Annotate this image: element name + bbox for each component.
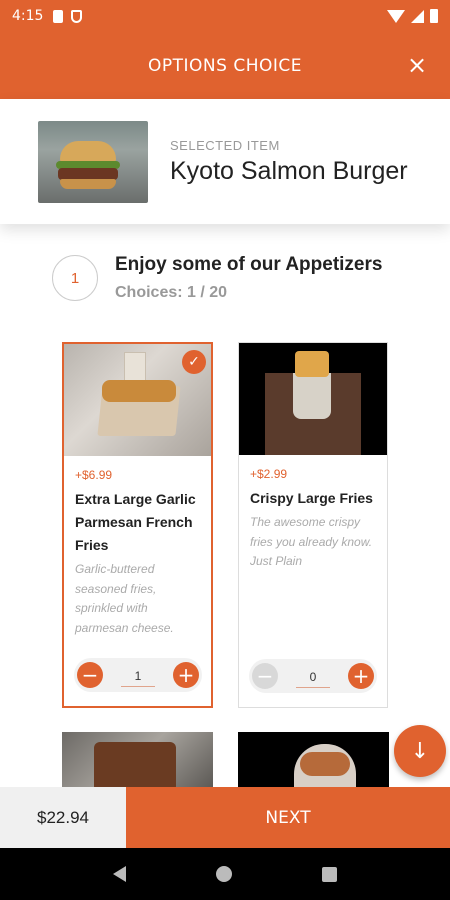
step-choices-count: Choices: 1 / 20 — [115, 284, 228, 301]
option-description: The awesome crispy fries you already kno… — [250, 515, 373, 568]
signal-icon — [411, 9, 424, 23]
system-nav-bar — [0, 848, 450, 900]
bottom-bar: $22.94 NEXT — [0, 787, 450, 848]
option-card-garlic-fries[interactable]: ✓ +$6.99 Extra Large Garlic Parmesan Fre… — [62, 342, 213, 708]
quantity-stepper: − 1 + — [74, 658, 202, 692]
quantity-value[interactable]: 1 — [121, 669, 155, 687]
selected-item-label: SELECTED ITEM — [170, 137, 280, 153]
status-icons — [387, 9, 438, 23]
step-header: 1 Enjoy some of our Appetizers Choices: … — [52, 252, 382, 302]
recent-apps-icon[interactable] — [322, 866, 337, 882]
wifi-icon — [387, 9, 405, 23]
home-icon[interactable] — [216, 866, 232, 882]
quantity-value[interactable]: 0 — [296, 670, 330, 688]
option-card-crispy-fries[interactable]: +$2.99 Crispy Large Fries The awesome cr… — [238, 342, 388, 708]
option-card-peek[interactable] — [62, 732, 213, 788]
option-name: Crispy Large Fries — [250, 490, 373, 506]
status-bar: 4:15 — [0, 0, 450, 32]
scroll-down-button[interactable]: ↓ — [394, 725, 446, 777]
app-header: OPTIONS CHOICE × — [0, 32, 450, 99]
order-total: $22.94 — [0, 787, 126, 848]
check-icon: ✓ — [182, 350, 206, 374]
option-card-peek[interactable] — [238, 732, 389, 788]
back-icon[interactable] — [113, 866, 126, 882]
burger-image — [38, 120, 148, 203]
crispy-fries-image — [239, 343, 387, 455]
battery-icon — [430, 9, 438, 23]
plus-icon[interactable]: + — [348, 663, 374, 689]
close-icon[interactable]: × — [404, 51, 430, 79]
step-number: 1 — [52, 255, 98, 301]
option-name: Extra Large Garlic Parmesan French Fries — [75, 491, 196, 553]
status-time: 4:15 — [12, 8, 44, 24]
shield-icon — [71, 9, 83, 23]
selected-item-card: SELECTED ITEM Kyoto Salmon Burger — [0, 99, 450, 224]
minus-icon[interactable]: − — [77, 662, 103, 688]
arrow-down-icon: ↓ — [410, 738, 430, 764]
plus-icon[interactable]: + — [173, 662, 199, 688]
step-title: Enjoy some of our Appetizers — [115, 254, 383, 275]
sd-card-icon — [53, 9, 64, 23]
quantity-stepper: − 0 + — [249, 659, 377, 693]
option-description: Garlic-buttered seasoned fries, sprinkle… — [75, 562, 174, 635]
option-price: +$6.99 — [75, 468, 113, 482]
next-button[interactable]: NEXT — [126, 787, 450, 848]
selected-item-name: Kyoto Salmon Burger — [170, 156, 408, 185]
page-title: OPTIONS CHOICE — [148, 55, 302, 76]
option-price: +$2.99 — [250, 467, 288, 481]
minus-icon[interactable]: − — [252, 663, 278, 689]
